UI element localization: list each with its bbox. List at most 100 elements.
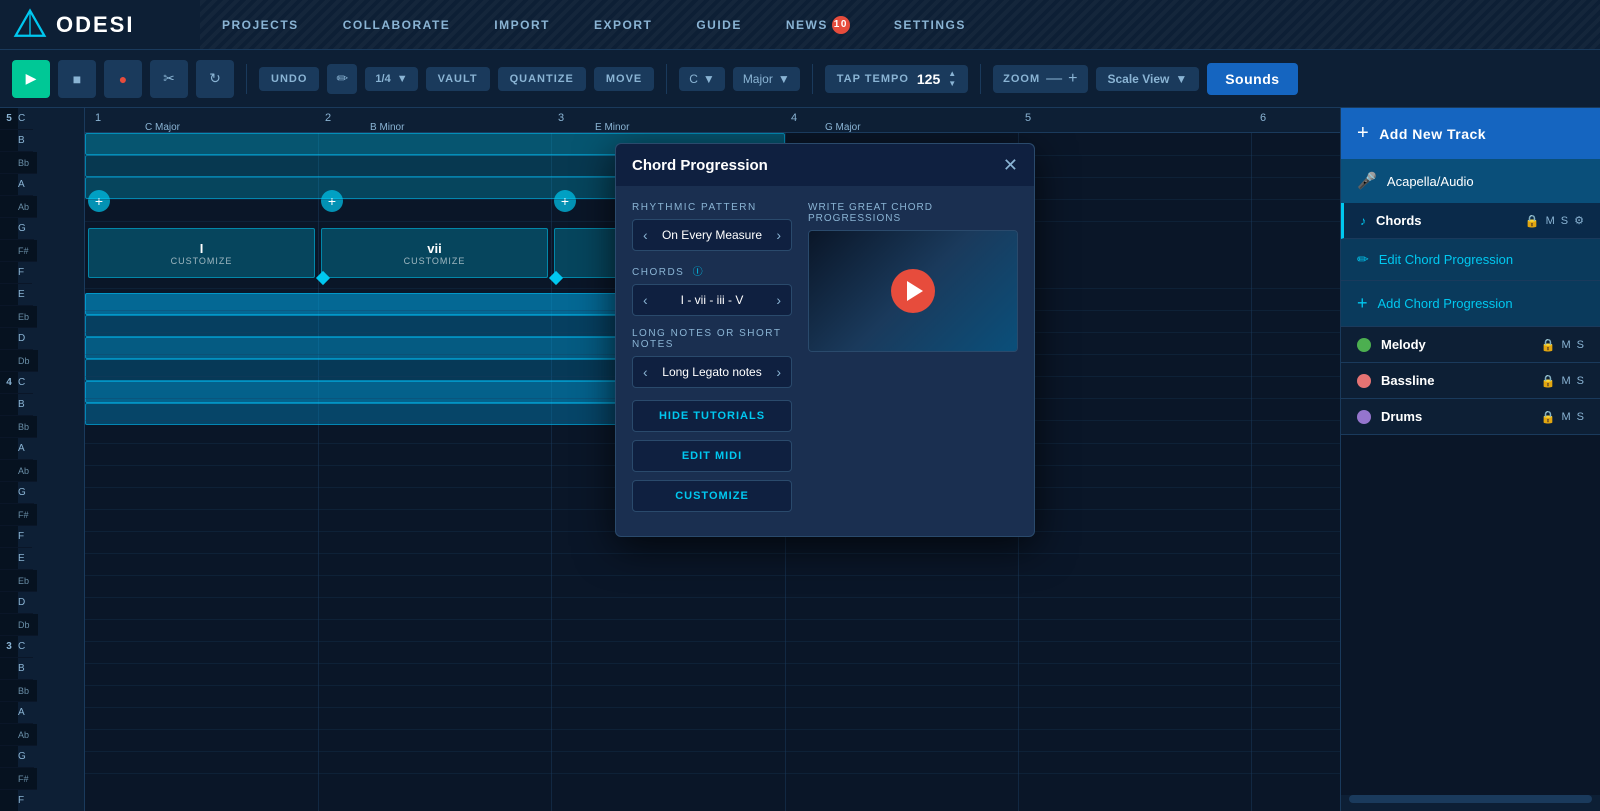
add-btn-2[interactable]: + xyxy=(321,190,343,212)
key-Eb4[interactable]: Eb xyxy=(18,570,37,592)
move-button[interactable]: MOVE xyxy=(594,67,654,91)
piano-row-Db4[interactable]: Db xyxy=(0,614,84,636)
melody-solo-btn[interactable]: S xyxy=(1577,339,1584,351)
chord-dialog-close[interactable]: ✕ xyxy=(1003,156,1018,174)
sidebar-scrollbar[interactable] xyxy=(1349,795,1592,803)
piano-row-F#3[interactable]: F# xyxy=(0,768,84,790)
tap-tempo-label[interactable]: TAP TEMPO xyxy=(837,73,909,85)
chord-block-vii[interactable]: vii CUSTOMIZE xyxy=(321,228,548,278)
key-B5[interactable]: B xyxy=(18,130,33,152)
piano-row-D4[interactable]: D xyxy=(0,592,84,614)
edit-chord-btn[interactable]: ✏ Edit Chord Progression xyxy=(1341,239,1600,281)
key-F#5[interactable]: F# xyxy=(18,240,37,262)
play-button[interactable]: ▶ xyxy=(12,60,50,98)
acapella-audio-button[interactable]: 🎤 Acapella/Audio xyxy=(1341,159,1600,203)
zoom-out-btn[interactable]: — xyxy=(1046,70,1062,88)
key-Db5[interactable]: Db xyxy=(18,350,38,372)
melody-lock-icon[interactable]: 🔒 xyxy=(1541,338,1556,352)
video-play-button[interactable] xyxy=(891,269,935,313)
key-Db4[interactable]: Db xyxy=(18,614,38,636)
key-A5[interactable]: A xyxy=(18,174,33,196)
piano-row-D5[interactable]: D xyxy=(0,328,84,350)
piano-row-C3[interactable]: 3C xyxy=(0,636,84,658)
add-new-track-button[interactable]: + Add New Track xyxy=(1341,108,1600,159)
zoom-in-btn[interactable]: + xyxy=(1068,70,1077,88)
hide-tutorials-btn[interactable]: HIDE TUTORIALS xyxy=(632,400,792,432)
piano-row-F3[interactable]: F xyxy=(0,790,84,811)
key-Ab5[interactable]: Ab xyxy=(18,196,37,218)
scissors-button[interactable]: ✂ xyxy=(150,60,188,98)
piano-row-A5[interactable]: A xyxy=(0,174,84,196)
nav-guide[interactable]: GUIDE xyxy=(674,0,764,49)
notes-selector[interactable]: ‹ Long Legato notes › xyxy=(632,356,792,388)
drums-lock-icon[interactable]: 🔒 xyxy=(1541,410,1556,424)
mute-btn[interactable]: M xyxy=(1546,215,1555,227)
piano-row-B4[interactable]: B xyxy=(0,394,84,416)
nav-export[interactable]: EXPORT xyxy=(572,0,674,49)
key-G4[interactable]: G xyxy=(18,482,34,504)
add-btn-3[interactable]: + xyxy=(554,190,576,212)
key-C3[interactable]: C xyxy=(18,636,33,658)
key-Ab3[interactable]: Ab xyxy=(18,724,37,746)
key-G5[interactable]: G xyxy=(18,218,34,240)
key-Bb4[interactable]: Bb xyxy=(18,416,37,438)
sounds-button[interactable]: Sounds xyxy=(1207,63,1297,95)
chords-selector[interactable]: ‹ I - vii - iii - V › xyxy=(632,284,792,316)
bassline-mute-btn[interactable]: M xyxy=(1561,375,1570,387)
undo-button[interactable]: UNDO xyxy=(259,67,319,91)
nav-import[interactable]: IMPORT xyxy=(472,0,572,49)
piano-row-C5[interactable]: 5C xyxy=(0,108,84,130)
grid-dropdown[interactable]: 1/4 ▼ xyxy=(365,67,417,91)
record-button[interactable]: ● xyxy=(104,60,142,98)
piano-row-Ab3[interactable]: Ab xyxy=(0,724,84,746)
key-E4[interactable]: E xyxy=(18,548,33,570)
edit-midi-btn[interactable]: EDIT MIDI xyxy=(632,440,792,472)
nav-news[interactable]: NEWS 10 xyxy=(764,0,872,49)
stop-button[interactable]: ■ xyxy=(58,60,96,98)
vault-button[interactable]: VAULT xyxy=(426,67,490,91)
key-C5[interactable]: C xyxy=(18,108,33,130)
piano-row-G4[interactable]: G xyxy=(0,482,84,504)
piano-row-Bb3[interactable]: Bb xyxy=(0,680,84,702)
piano-row-A3[interactable]: A xyxy=(0,702,84,724)
solo-btn[interactable]: S xyxy=(1561,215,1568,227)
add-btn-1[interactable]: + xyxy=(88,190,110,212)
key-G3[interactable]: G xyxy=(18,746,34,768)
video-thumbnail[interactable] xyxy=(808,230,1018,352)
key-Bb5[interactable]: Bb xyxy=(18,152,37,174)
piano-row-Eb4[interactable]: Eb xyxy=(0,570,84,592)
key-B4[interactable]: B xyxy=(18,394,33,416)
piano-row-E5[interactable]: E xyxy=(0,284,84,306)
key-C4[interactable]: C xyxy=(18,372,33,394)
key-Ab4[interactable]: Ab xyxy=(18,460,37,482)
piano-row-F#4[interactable]: F# xyxy=(0,504,84,526)
piano-row-Bb5[interactable]: Bb xyxy=(0,152,84,174)
key-D5[interactable]: D xyxy=(18,328,33,350)
rhythmic-pattern-selector[interactable]: ‹ On Every Measure › xyxy=(632,219,792,251)
chord-vii-customize[interactable]: CUSTOMIZE xyxy=(404,256,466,266)
loop-button[interactable]: ↻ xyxy=(196,60,234,98)
customize-btn[interactable]: CUSTOMIZE xyxy=(632,480,792,512)
add-chord-btn[interactable]: + Add Chord Progression xyxy=(1341,281,1600,327)
piano-row-A4[interactable]: A xyxy=(0,438,84,460)
piano-row-B3[interactable]: B xyxy=(0,658,84,680)
melody-mute-btn[interactable]: M xyxy=(1561,339,1570,351)
tempo-stepper[interactable]: ▲ ▼ xyxy=(948,70,956,88)
bassline-track-item[interactable]: Bassline 🔒 M S xyxy=(1341,363,1600,399)
nav-settings[interactable]: SETTINGS xyxy=(872,0,988,49)
piano-row-Ab5[interactable]: Ab xyxy=(0,196,84,218)
scale-view-button[interactable]: Scale View ▼ xyxy=(1096,67,1200,91)
piano-row-F4[interactable]: F xyxy=(0,526,84,548)
key-F5[interactable]: F xyxy=(18,262,32,284)
edit-icon[interactable]: ✏ xyxy=(327,64,357,94)
piano-row-G5[interactable]: G xyxy=(0,218,84,240)
chord-I-customize[interactable]: CUSTOMIZE xyxy=(171,256,233,266)
chords-track-item[interactable]: ♪ Chords 🔒 M S ⚙ xyxy=(1341,203,1600,239)
drums-track-item[interactable]: Drums 🔒 M S xyxy=(1341,399,1600,435)
key-F4[interactable]: F xyxy=(18,526,32,548)
key-F#3[interactable]: F# xyxy=(18,768,37,790)
piano-row-Bb4[interactable]: Bb xyxy=(0,416,84,438)
drums-solo-btn[interactable]: S xyxy=(1577,411,1584,423)
nav-projects[interactable]: PROJECTS xyxy=(200,0,321,49)
chord-block-I[interactable]: I CUSTOMIZE xyxy=(88,228,315,278)
